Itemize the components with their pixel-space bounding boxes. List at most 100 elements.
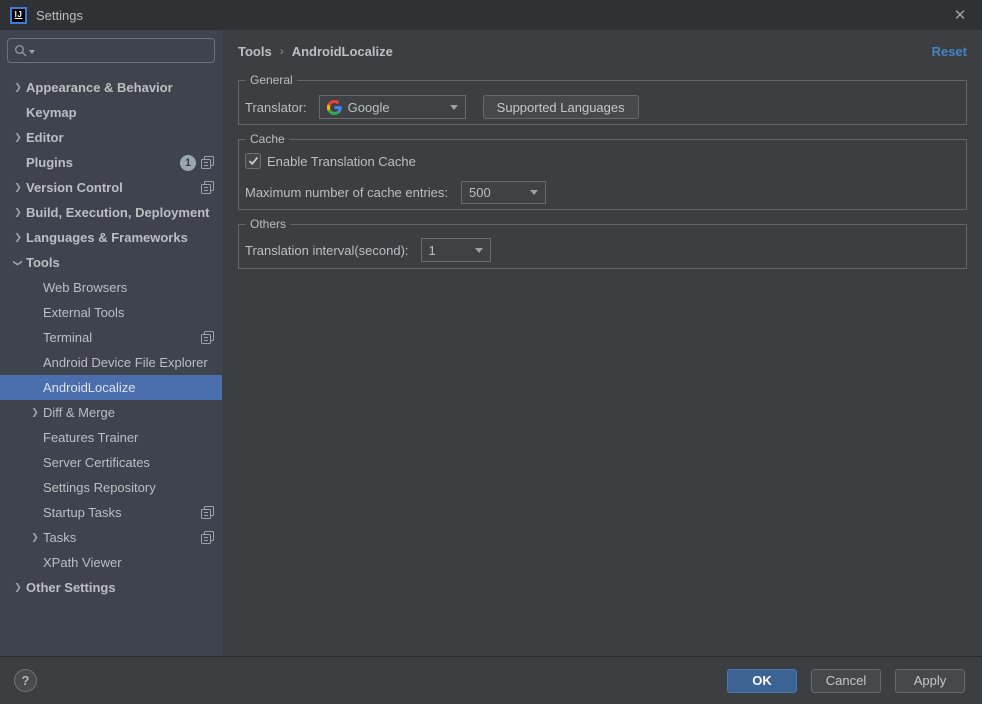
- max-entries-value: 500: [469, 185, 491, 200]
- google-logo-icon: [327, 100, 342, 115]
- sidebar-item-keymap[interactable]: Keymap: [0, 100, 222, 125]
- max-entries-select[interactable]: 500: [461, 181, 546, 204]
- breadcrumb-tools[interactable]: Tools: [238, 44, 272, 59]
- sidebar-item-languages-frameworks[interactable]: ❯Languages & Frameworks: [0, 225, 222, 250]
- settings-content: Tools › AndroidLocalize Reset General Tr…: [222, 30, 982, 656]
- sidebar-item-tasks[interactable]: ❯Tasks: [0, 525, 222, 550]
- sidebar-item-server-certificates[interactable]: Server Certificates: [0, 450, 222, 475]
- dialog-footer: ? OK Cancel Apply: [0, 656, 982, 704]
- sidebar-item-diff-merge[interactable]: ❯Diff & Merge: [0, 400, 222, 425]
- shared-settings-icon: [201, 156, 214, 169]
- sidebar-item-label: Appearance & Behavior: [26, 80, 173, 95]
- close-button[interactable]: ✕: [938, 0, 982, 30]
- sidebar-item-build-execution-deployment[interactable]: ❯Build, Execution, Deployment: [0, 200, 222, 225]
- settings-dialog: IJ Settings ✕ ❯Appearance & BehaviorKeym…: [0, 0, 982, 704]
- close-icon: ✕: [954, 6, 967, 24]
- chevron-right-icon[interactable]: ❯: [10, 125, 26, 150]
- sidebar-item-other-settings[interactable]: ❯Other Settings: [0, 575, 222, 600]
- sidebar-item-version-control[interactable]: ❯Version Control: [0, 175, 222, 200]
- sidebar-item-label: Build, Execution, Deployment: [26, 205, 209, 220]
- help-button[interactable]: ?: [14, 669, 37, 692]
- chevron-down-icon: [475, 248, 483, 253]
- chevron-down-icon: [450, 105, 458, 110]
- sidebar-item-label: Features Trainer: [43, 430, 138, 445]
- translator-select[interactable]: Google: [319, 95, 466, 119]
- update-count-badge: 1: [180, 155, 196, 171]
- chevron-right-icon[interactable]: ❯: [10, 175, 26, 200]
- breadcrumb-separator: ›: [280, 44, 284, 58]
- sidebar-item-appearance-behavior[interactable]: ❯Appearance & Behavior: [0, 75, 222, 100]
- intellij-logo-icon: IJ: [10, 7, 27, 24]
- chevron-down-icon: [530, 190, 538, 195]
- sidebar-item-label: Plugins: [26, 155, 73, 170]
- sidebar-item-label: Diff & Merge: [43, 405, 115, 420]
- sidebar-item-label: Startup Tasks: [43, 505, 122, 520]
- sidebar-item-label: Terminal: [43, 330, 92, 345]
- sidebar-item-tools[interactable]: ❯Tools: [0, 250, 222, 275]
- sidebar-item-editor[interactable]: ❯Editor: [0, 125, 222, 150]
- sidebar-item-label: Languages & Frameworks: [26, 230, 188, 245]
- breadcrumb-androidlocalize: AndroidLocalize: [292, 44, 393, 59]
- search-history-chevron-icon: [29, 50, 35, 54]
- enable-cache-label: Enable Translation Cache: [267, 154, 416, 169]
- group-cache: Cache Enable Translation Cache Maximum n…: [238, 139, 967, 210]
- settings-sidebar: ❯Appearance & BehaviorKeymap❯EditorPlugi…: [0, 30, 222, 656]
- interval-label: Translation interval(second):: [245, 243, 409, 258]
- question-mark-icon: ?: [22, 673, 30, 688]
- interval-select[interactable]: 1: [421, 238, 491, 262]
- sidebar-item-startup-tasks[interactable]: Startup Tasks: [0, 500, 222, 525]
- sidebar-item-androidlocalize[interactable]: AndroidLocalize: [0, 375, 222, 400]
- chevron-right-icon[interactable]: ❯: [10, 75, 26, 100]
- sidebar-item-label: Android Device File Explorer: [43, 355, 208, 370]
- sidebar-item-xpath-viewer[interactable]: XPath Viewer: [0, 550, 222, 575]
- chevron-right-icon[interactable]: ❯: [10, 575, 26, 600]
- sidebar-item-label: Version Control: [26, 180, 123, 195]
- sidebar-item-label: Other Settings: [26, 580, 116, 595]
- interval-value: 1: [429, 243, 436, 258]
- ok-button[interactable]: OK: [727, 669, 797, 693]
- sidebar-item-label: Tools: [26, 255, 60, 270]
- sidebar-item-label: Server Certificates: [43, 455, 150, 470]
- group-general-legend: General: [246, 73, 297, 88]
- sidebar-item-settings-repository[interactable]: Settings Repository: [0, 475, 222, 500]
- chevron-right-icon[interactable]: ❯: [10, 200, 26, 225]
- group-others-legend: Others: [246, 217, 290, 232]
- apply-button[interactable]: Apply: [895, 669, 965, 693]
- sidebar-item-label: External Tools: [43, 305, 124, 320]
- sidebar-item-external-tools[interactable]: External Tools: [0, 300, 222, 325]
- sidebar-item-label: Keymap: [26, 105, 77, 120]
- shared-settings-icon: [201, 181, 214, 194]
- sidebar-item-terminal[interactable]: Terminal: [0, 325, 222, 350]
- shared-settings-icon: [201, 506, 214, 519]
- window-title: Settings: [36, 8, 83, 23]
- group-cache-legend: Cache: [246, 132, 289, 147]
- search-icon: [14, 44, 27, 57]
- supported-languages-button[interactable]: Supported Languages: [483, 95, 639, 119]
- sidebar-item-label: AndroidLocalize: [43, 380, 136, 395]
- translator-value: Google: [348, 100, 390, 115]
- titlebar: IJ Settings ✕: [0, 0, 982, 30]
- reset-link[interactable]: Reset: [932, 44, 967, 59]
- sidebar-item-label: Settings Repository: [43, 480, 156, 495]
- shared-settings-icon: [201, 531, 214, 544]
- sidebar-item-label: Editor: [26, 130, 64, 145]
- chevron-down-icon[interactable]: ❯: [10, 255, 26, 271]
- chevron-right-icon[interactable]: ❯: [27, 400, 43, 425]
- group-others: Others Translation interval(second): 1: [238, 224, 967, 269]
- cancel-button[interactable]: Cancel: [811, 669, 881, 693]
- chevron-right-icon[interactable]: ❯: [10, 225, 26, 250]
- group-general: General Translator: Google Supported L: [238, 80, 967, 125]
- max-entries-label: Maximum number of cache entries:: [245, 185, 448, 200]
- enable-cache-checkbox[interactable]: [245, 153, 261, 169]
- sidebar-item-android-device-file-explorer[interactable]: Android Device File Explorer: [0, 350, 222, 375]
- breadcrumb: Tools › AndroidLocalize Reset: [238, 36, 967, 66]
- chevron-right-icon[interactable]: ❯: [27, 525, 43, 550]
- sidebar-item-web-browsers[interactable]: Web Browsers: [0, 275, 222, 300]
- sidebar-item-label: Web Browsers: [43, 280, 127, 295]
- translator-label: Translator:: [245, 100, 307, 115]
- sidebar-item-plugins[interactable]: Plugins 1: [0, 150, 222, 175]
- shared-settings-icon: [201, 331, 214, 344]
- sidebar-item-features-trainer[interactable]: Features Trainer: [0, 425, 222, 450]
- search-input[interactable]: [7, 38, 215, 63]
- sidebar-item-label: XPath Viewer: [43, 555, 122, 570]
